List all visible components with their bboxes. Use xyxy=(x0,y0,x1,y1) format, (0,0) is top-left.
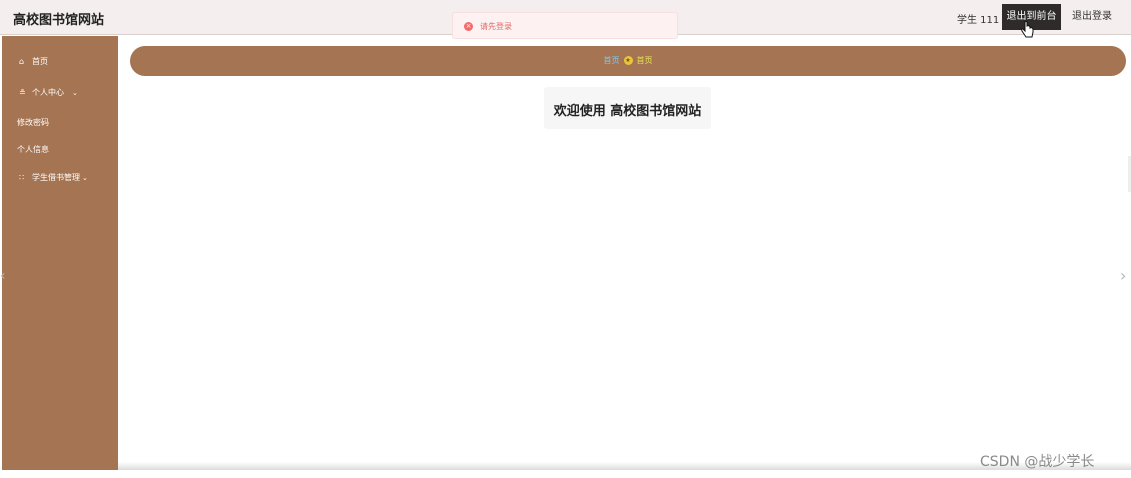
chevron-down-icon: ⌄ xyxy=(82,174,88,182)
sidebar-item-label: 学生借书管理 xyxy=(32,173,80,182)
sidebar-item-label: 首页 xyxy=(32,57,48,66)
breadcrumb-current: 首页 xyxy=(636,56,653,65)
sidebar-item-home[interactable]: ⌂ 首页 xyxy=(19,56,48,67)
app-title: 高校图书馆网站 xyxy=(13,13,105,28)
welcome-card: 欢迎使用 高校图书馆网站 xyxy=(544,87,711,129)
sidebar-item-personal-info[interactable]: 个人信息 xyxy=(17,144,49,155)
toast-message: 请先登录 xyxy=(480,22,512,31)
sidebar-item-borrow-management[interactable]: ∷ 学生借书管理 ⌄ xyxy=(19,172,88,183)
grid-icon: ∷ xyxy=(19,173,25,182)
breadcrumb: 首页 ★ 首页 xyxy=(130,46,1126,76)
sidebar-item-personal-center[interactable]: ≗ 个人中心 ⌄ xyxy=(19,87,78,98)
watermark: CSDN @战少学长 xyxy=(980,454,1095,470)
sidebar-item-label: 个人中心 xyxy=(32,88,64,97)
user-icon: ≗ xyxy=(19,88,26,97)
sidebar-item-label: 修改密码 xyxy=(17,118,49,127)
welcome-title: 欢迎使用 高校图书馆网站 xyxy=(553,104,702,119)
logout-button[interactable]: 退出登录 xyxy=(1066,4,1118,30)
home-icon: ⌂ xyxy=(19,57,25,66)
hand-cursor-icon xyxy=(1021,21,1034,38)
chevron-down-icon: ⌄ xyxy=(72,89,78,97)
login-required-toast: × 请先登录 xyxy=(452,12,678,39)
breadcrumb-content: 首页 ★ 首页 xyxy=(130,46,1126,76)
sidebar-item-label: 个人信息 xyxy=(17,145,49,154)
star-icon: ★ xyxy=(623,56,633,65)
scroll-left-icon[interactable]: ‹ xyxy=(0,268,6,284)
user-label: 学生 111 xyxy=(957,15,1000,26)
sidebar-item-change-password[interactable]: 修改密码 xyxy=(17,117,49,128)
scroll-right-icon[interactable]: › xyxy=(1120,266,1126,285)
breadcrumb-link-home[interactable]: 首页 xyxy=(604,56,620,65)
error-circle-icon: × xyxy=(464,22,473,31)
sidebar: ⌂ 首页 ≗ 个人中心 ⌄ 修改密码 个人信息 ∷ 学生借书管理 ⌄ xyxy=(2,36,118,470)
